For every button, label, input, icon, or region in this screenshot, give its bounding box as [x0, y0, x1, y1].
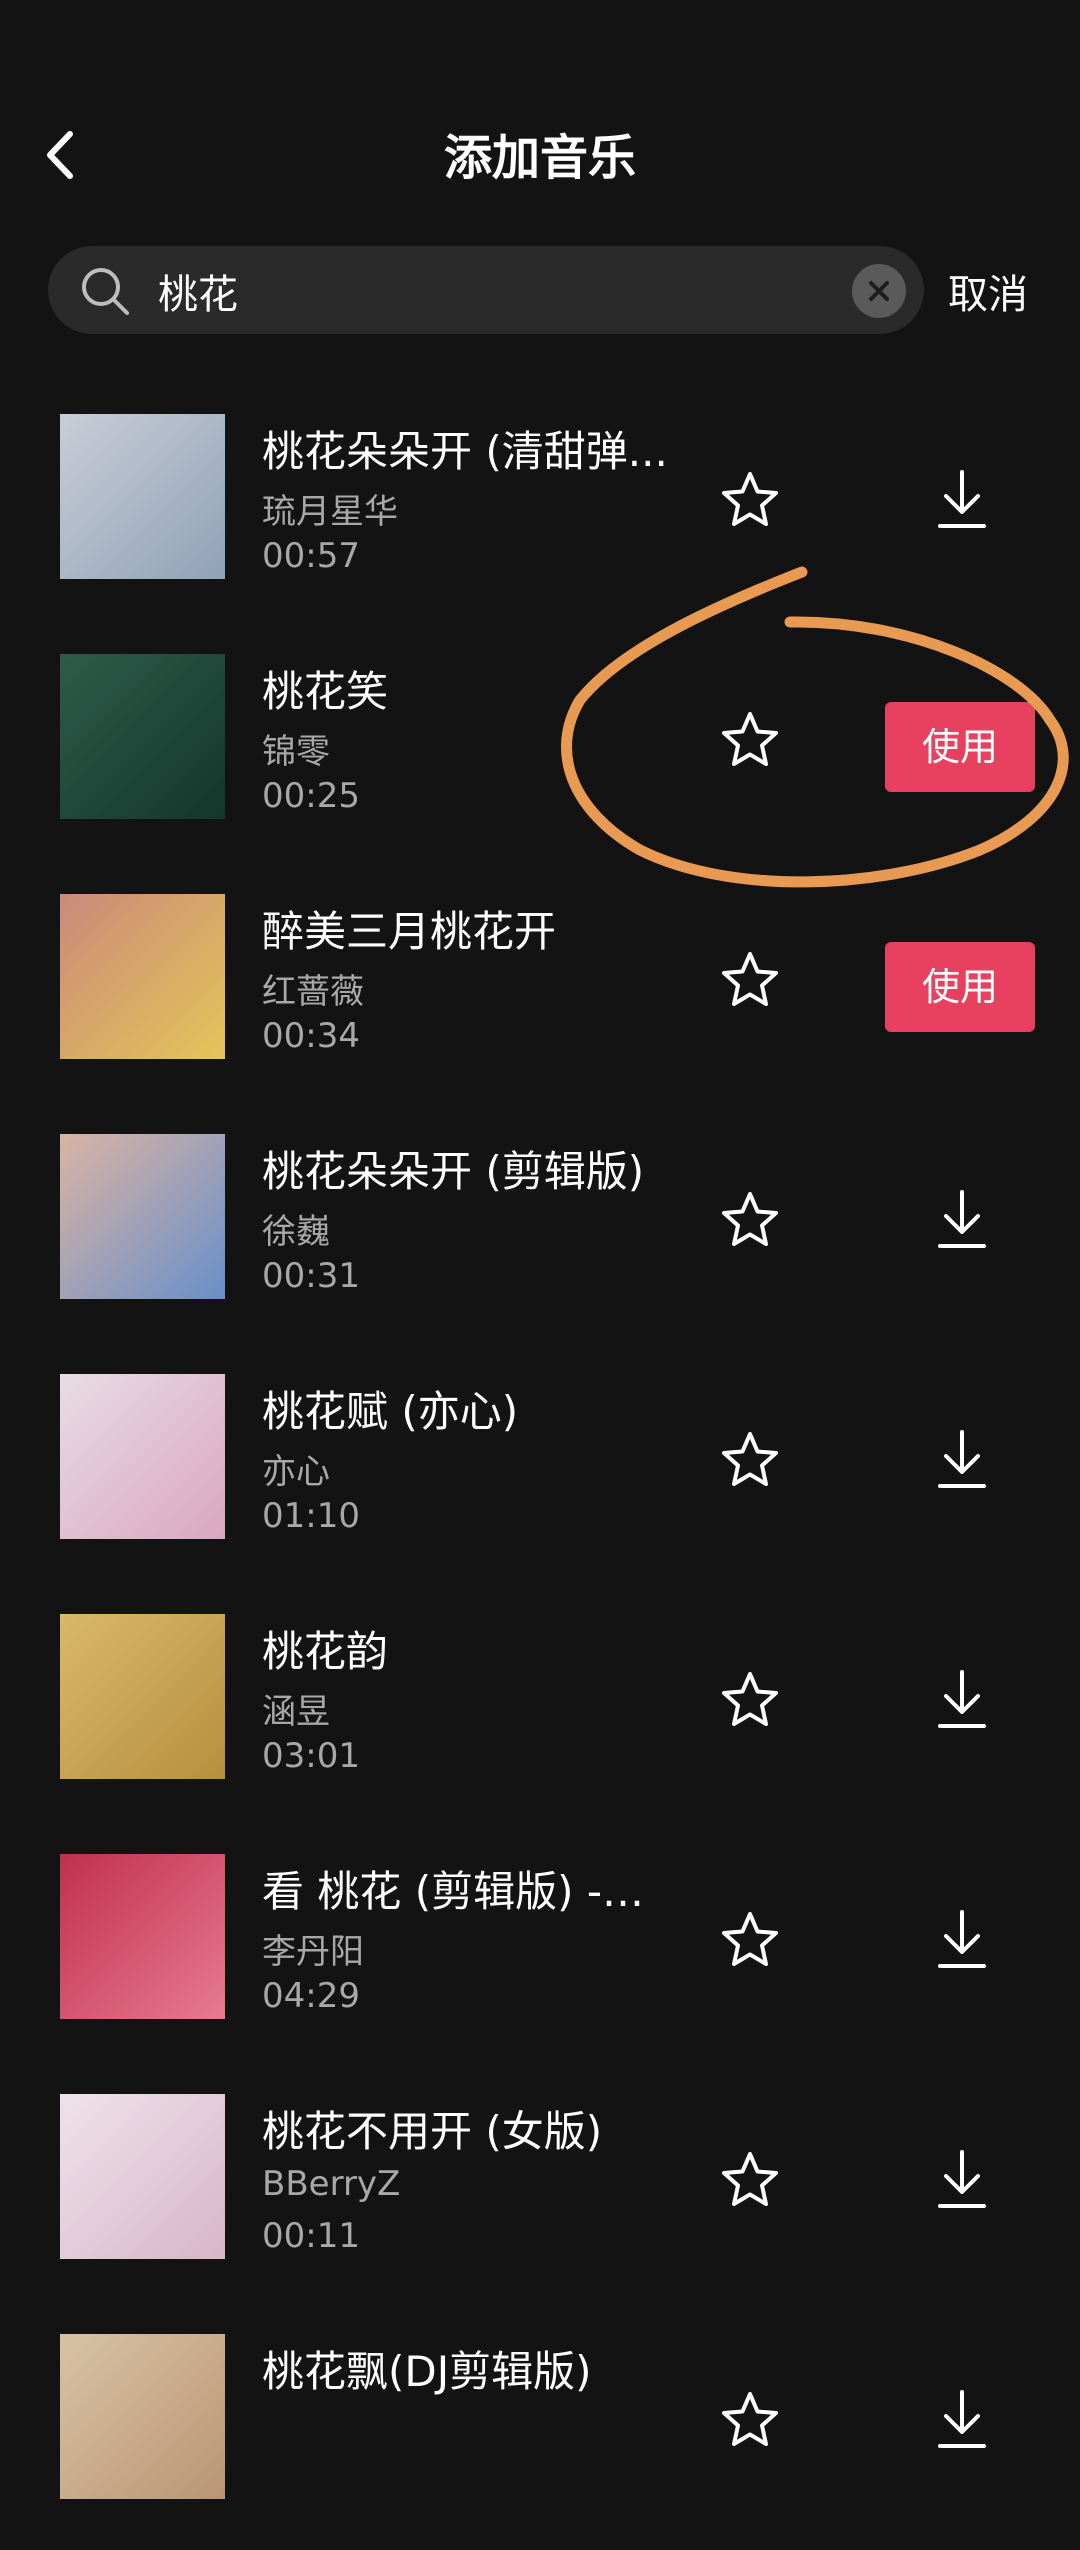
song-title: 桃花韵 [262, 1627, 389, 1676]
song-artist: 李丹阳 [262, 1932, 364, 1972]
download-button[interactable] [930, 2386, 994, 2454]
album-cover-image [60, 894, 225, 1059]
favorite-button[interactable] [718, 1668, 782, 1732]
song-title: 桃花朵朵开 (清甜弹... [262, 427, 668, 476]
star-icon [722, 1912, 778, 1966]
song-row[interactable]: 醉美三月桃花开红蔷薇 00:34 使用 [0, 870, 1080, 1110]
album-cover-image [60, 414, 225, 579]
song-artist: 涵昱 [262, 1692, 330, 1732]
song-row[interactable]: 桃花赋 (亦心) 亦心 01:10 [0, 1350, 1080, 1590]
song-title: 桃花朵朵开 (剪辑版) [262, 1147, 645, 1196]
star-icon [722, 1672, 778, 1726]
search-icon [82, 268, 129, 315]
song-duration: 00:25 [262, 776, 360, 816]
song-artist: 锦零 [262, 732, 330, 772]
song-artist: 亦心 [262, 1452, 330, 1492]
song-artist: 徐巍 [262, 1212, 330, 1252]
song-row[interactable]: 看 桃花 (剪辑版) -李... 李丹阳 04:29 [0, 1830, 1080, 2070]
search-bar[interactable] [48, 246, 924, 334]
search-input[interactable] [156, 260, 780, 322]
download-button[interactable] [930, 1186, 994, 1254]
favorite-button[interactable] [718, 468, 782, 532]
top-bar: 添加音乐 取消 [0, 0, 1080, 334]
star-icon [722, 472, 778, 526]
song-duration: 01:10 [262, 1496, 360, 1536]
song-duration: 00:31 [262, 1256, 360, 1296]
download-icon [938, 1430, 986, 1488]
download-icon [938, 2150, 986, 2208]
album-cover-image [60, 1614, 225, 1779]
song-row[interactable]: 桃花朵朵开 (剪辑版) 徐巍 00:31 [0, 1110, 1080, 1350]
song-row[interactable]: 桃花不用开 (女版) BBerryZ 00:11 [0, 2070, 1080, 2310]
album-cover-image [60, 1374, 225, 1539]
song-row[interactable]: 桃花飘(DJ剪辑版) [0, 2310, 1080, 2550]
album-cover-image [60, 2334, 225, 2499]
star-icon [722, 1192, 778, 1246]
download-button[interactable] [930, 1906, 994, 1974]
song-title: 桃花飘(DJ剪辑版) [262, 2347, 592, 2396]
album-cover-image [60, 1854, 225, 2019]
star-icon [722, 2392, 778, 2446]
use-button[interactable]: 使用 [885, 942, 1035, 1032]
star-icon [722, 2152, 778, 2206]
favorite-button[interactable] [718, 1908, 782, 1972]
song-artist: 红蔷薇 [262, 972, 364, 1012]
download-button[interactable] [930, 2146, 994, 2214]
download-button[interactable] [930, 1426, 994, 1494]
download-button[interactable] [930, 466, 994, 534]
download-button[interactable] [930, 1666, 994, 1734]
album-cover-image [60, 1134, 225, 1299]
favorite-button[interactable] [718, 948, 782, 1012]
song-duration: 03:01 [262, 1736, 360, 1776]
song-title: 看 桃花 (剪辑版) -李... [262, 1867, 672, 1916]
song-duration: 00:57 [262, 536, 360, 576]
star-icon [722, 1432, 778, 1486]
download-icon [938, 470, 986, 528]
favorite-button[interactable] [718, 2148, 782, 2212]
song-artist: BBerryZ [262, 2164, 401, 2204]
song-title: 醉美三月桃花开 [262, 907, 557, 956]
download-icon [938, 1670, 986, 1728]
song-duration: 04:29 [262, 1976, 360, 2016]
close-icon [869, 281, 889, 301]
song-title: 桃花赋 (亦心) [262, 1387, 519, 1436]
favorite-button[interactable] [718, 1428, 782, 1492]
star-icon [722, 952, 778, 1006]
download-icon [938, 2390, 986, 2448]
favorite-button[interactable] [718, 2388, 782, 2452]
song-title: 桃花不用开 (女版) [262, 2107, 603, 2156]
cancel-button[interactable]: 取消 [948, 262, 1028, 320]
page-title: 添加音乐 [443, 130, 636, 186]
song-row[interactable]: 桃花韵涵昱 03:01 [0, 1590, 1080, 1830]
download-icon [938, 1910, 986, 1968]
album-cover-image [60, 654, 225, 819]
song-artist: 琉月星华 [262, 492, 398, 532]
hand-drawn-circle-annotation [561, 566, 1069, 888]
song-duration: 00:11 [262, 2216, 360, 2256]
song-duration: 00:34 [262, 1016, 360, 1056]
download-icon [938, 1190, 986, 1248]
favorite-button[interactable] [718, 1188, 782, 1252]
clear-search-button[interactable] [852, 264, 906, 318]
album-cover-image [60, 2094, 225, 2259]
